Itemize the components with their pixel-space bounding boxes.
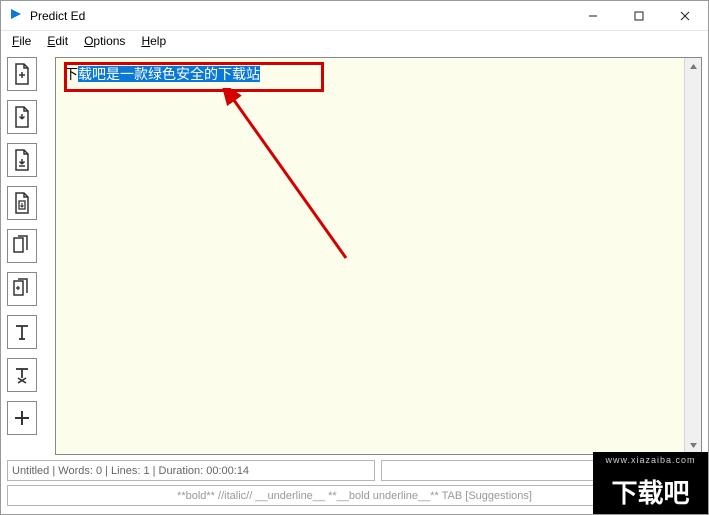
status-left: Untitled | Words: 0 | Lines: 1 | Duratio… [7,460,375,481]
vertical-scrollbar[interactable] [684,58,701,454]
editor-content[interactable]: 下载吧是一款绿色安全的下载站 [56,58,684,454]
copy-button[interactable] [7,229,37,263]
annotation-arrow [206,88,366,278]
editor[interactable]: 下载吧是一款绿色安全的下载站 [55,57,702,455]
new-file-button[interactable] [7,57,37,91]
clear-format-button[interactable] [7,358,37,392]
watermark-url: www.xiazaiba.com [593,452,708,468]
main-area: 下载吧是一款绿色安全的下载站 [1,51,708,455]
maximize-button[interactable] [616,1,662,31]
scroll-up-icon[interactable] [685,58,701,75]
open-file-button[interactable] [7,100,37,134]
window-title: Predict Ed [30,9,570,23]
app-icon [9,7,23,24]
paste-button[interactable] [7,272,37,306]
menu-options[interactable]: Options [78,33,131,49]
side-toolbar [7,57,43,455]
watermark: www.xiazaiba.com 下载吧 [593,452,708,514]
menu-edit[interactable]: Edit [41,33,74,49]
save-file-button[interactable] [7,143,37,177]
save-as-button[interactable] [7,186,37,220]
close-button[interactable] [662,1,708,31]
watermark-text: 下载吧 [593,468,708,514]
menu-bar: File Edit Options Help [1,31,708,51]
minimize-button[interactable] [570,1,616,31]
format-hint-text: **bold** //italic// __underline__ **__bo… [177,490,532,502]
text-tool-button[interactable] [7,315,37,349]
menu-file[interactable]: File [6,33,37,49]
add-button[interactable] [7,401,37,435]
menu-help[interactable]: Help [135,33,172,49]
title-bar: Predict Ed [1,1,708,31]
